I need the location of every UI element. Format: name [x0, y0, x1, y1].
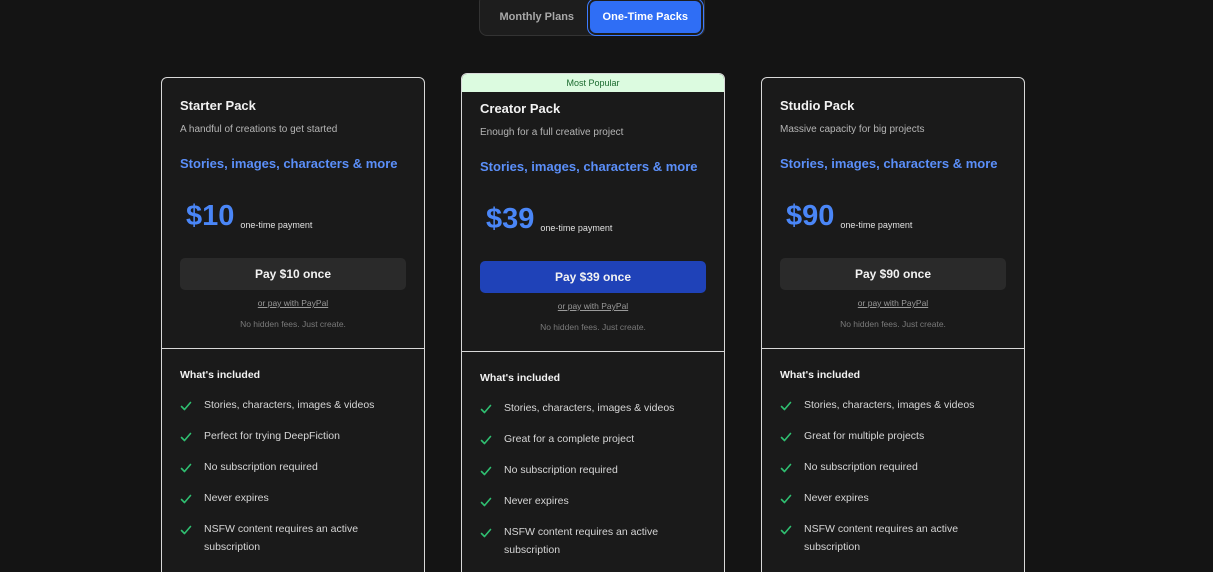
plan-subtitle: A handful of creations to get started [180, 124, 338, 135]
price-row: $10 one-time payment [186, 200, 312, 232]
included-section: What's included Stories, characters, ima… [162, 349, 424, 556]
plan-price: $39 [486, 203, 535, 235]
included-title: What's included [780, 369, 861, 381]
feature-text: NSFW content requires an active subscrip… [504, 526, 659, 556]
plan-feature-line: Stories, images, characters & more [180, 156, 398, 171]
plan-name: Creator Pack [480, 101, 561, 116]
plan-price: $10 [186, 200, 235, 232]
most-popular-badge: Most Popular [462, 74, 724, 92]
price-note: one-time payment [240, 220, 313, 230]
feature-item: No subscription required [180, 461, 406, 476]
check-icon [180, 494, 192, 504]
feature-item: NSFW content requires an active subscrip… [480, 526, 706, 559]
one-time-packs-tab[interactable]: One-Time Packs [589, 1, 701, 33]
check-icon [180, 432, 192, 442]
feature-text: No subscription required [204, 461, 318, 473]
monthly-plans-tab[interactable]: Monthly Plans [484, 1, 590, 33]
plan-subtitle: Enough for a full creative project [480, 127, 624, 138]
pay-button[interactable]: Pay $39 once [480, 261, 706, 293]
feature-item: NSFW content requires an active subscrip… [180, 523, 406, 556]
feature-item: Great for multiple projects [780, 430, 1006, 445]
paypal-link[interactable]: or pay with PayPal [162, 298, 424, 308]
feature-list: Stories, characters, images & videos Perf… [180, 399, 406, 556]
check-icon [780, 432, 792, 442]
feature-text: Never expires [204, 492, 269, 504]
price-row: $39 one-time payment [486, 203, 612, 235]
pay-button[interactable]: Pay $90 once [780, 258, 1006, 290]
pricing-card-creator: Most Popular Creator Pack Enough for a f… [461, 73, 725, 572]
feature-item: Great for a complete project [480, 433, 706, 448]
plan-name: Studio Pack [780, 98, 855, 113]
no-fees-note: No hidden fees. Just create. [840, 319, 946, 329]
feature-item: Stories, characters, images & videos [180, 399, 406, 414]
feature-item: Stories, characters, images & videos [780, 399, 1006, 414]
feature-item: No subscription required [780, 461, 1006, 476]
plan-feature-line: Stories, images, characters & more [480, 159, 698, 174]
feature-text: Stories, characters, images & videos [804, 399, 975, 411]
feature-text: Never expires [504, 495, 569, 507]
check-icon [780, 494, 792, 504]
check-icon [180, 525, 192, 535]
feature-text: Great for multiple projects [804, 430, 925, 442]
feature-text: NSFW content requires an active subscrip… [804, 523, 959, 553]
pricing-card-studio: Studio Pack Massive capacity for big pro… [761, 77, 1025, 572]
included-section: What's included Stories, characters, ima… [762, 349, 1024, 556]
pricing-card-starter: Starter Pack A handful of creations to g… [161, 77, 425, 572]
plan-subtitle: Massive capacity for big projects [780, 124, 925, 135]
plan-price: $90 [786, 200, 835, 232]
check-icon [480, 404, 492, 414]
feature-text: Never expires [804, 492, 869, 504]
pricing-page: Monthly Plans One-Time Packs Starter Pac… [0, 0, 1213, 572]
plan-type-toggle: Monthly Plans One-Time Packs [479, 0, 705, 36]
check-icon [780, 463, 792, 473]
feature-text: NSFW content requires an active subscrip… [204, 523, 359, 553]
card-header: Creator Pack Enough for a full creative … [462, 92, 724, 351]
included-section: What's included Stories, characters, ima… [462, 352, 724, 559]
feature-text: Stories, characters, images & videos [204, 399, 375, 411]
card-header: Starter Pack A handful of creations to g… [162, 78, 424, 348]
paypal-link[interactable]: or pay with PayPal [762, 298, 1024, 308]
included-title: What's included [480, 372, 561, 384]
price-note: one-time payment [840, 220, 913, 230]
paypal-link[interactable]: or pay with PayPal [462, 301, 724, 311]
pay-button[interactable]: Pay $10 once [180, 258, 406, 290]
check-icon [480, 528, 492, 538]
check-icon [480, 466, 492, 476]
plan-name: Starter Pack [180, 98, 256, 113]
no-fees-note: No hidden fees. Just create. [240, 319, 346, 329]
card-header: Studio Pack Massive capacity for big pro… [762, 78, 1024, 348]
check-icon [480, 497, 492, 507]
feature-item: Stories, characters, images & videos [480, 402, 706, 417]
check-icon [780, 401, 792, 411]
price-note: one-time payment [540, 223, 613, 233]
feature-item: Perfect for trying DeepFiction [180, 430, 406, 445]
check-icon [780, 525, 792, 535]
no-fees-note: No hidden fees. Just create. [540, 322, 646, 332]
feature-item: Never expires [780, 492, 1006, 507]
feature-item: No subscription required [480, 464, 706, 479]
feature-item: NSFW content requires an active subscrip… [780, 523, 1006, 556]
feature-item: Never expires [180, 492, 406, 507]
feature-text: No subscription required [504, 464, 618, 476]
price-row: $90 one-time payment [786, 200, 912, 232]
check-icon [180, 463, 192, 473]
check-icon [180, 401, 192, 411]
included-title: What's included [180, 369, 261, 381]
plan-feature-line: Stories, images, characters & more [780, 156, 998, 171]
feature-text: Stories, characters, images & videos [504, 402, 675, 414]
feature-list: Stories, characters, images & videos Grea… [780, 399, 1006, 556]
feature-text: Great for a complete project [504, 433, 635, 445]
feature-text: No subscription required [804, 461, 918, 473]
feature-item: Never expires [480, 495, 706, 510]
feature-list: Stories, characters, images & videos Grea… [480, 402, 706, 559]
feature-text: Perfect for trying DeepFiction [204, 430, 340, 442]
check-icon [480, 435, 492, 445]
